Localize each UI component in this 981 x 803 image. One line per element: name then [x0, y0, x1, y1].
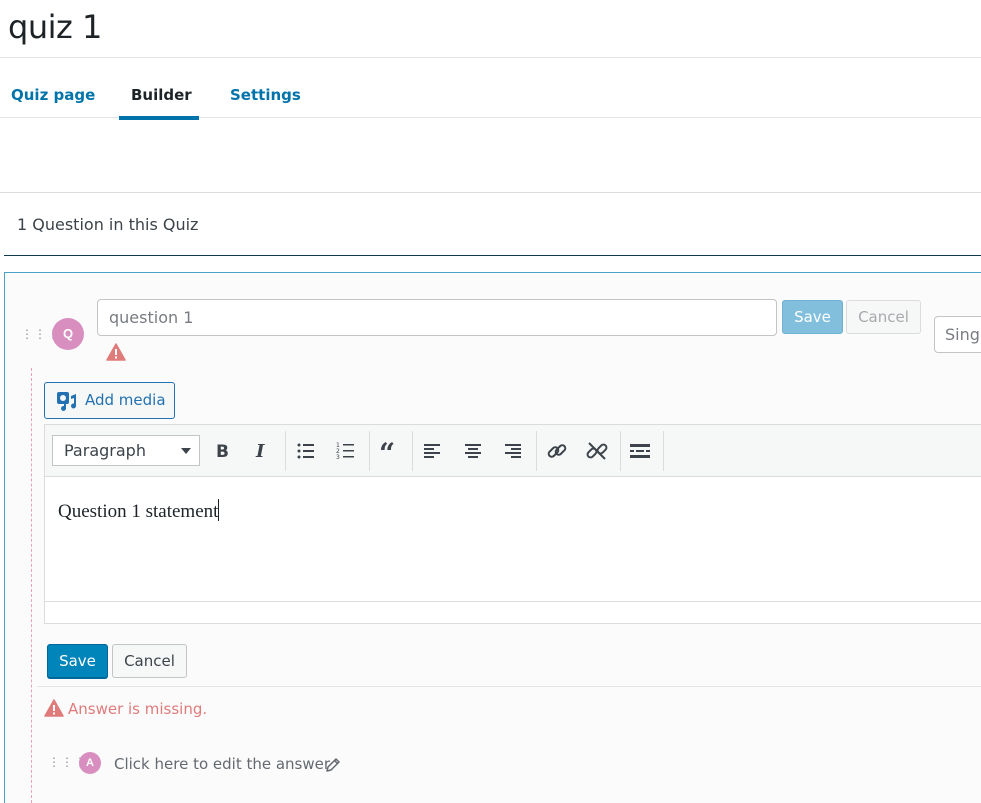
nesting-guide	[31, 368, 32, 803]
active-tab-indicator	[119, 116, 199, 120]
toolbar-divider	[412, 431, 413, 471]
question-type-select[interactable]: Singl	[934, 316, 981, 353]
align-left-icon	[424, 444, 440, 458]
toolbar-divider	[620, 431, 621, 471]
save-button[interactable]: Save	[47, 644, 108, 678]
bold-icon: B	[216, 442, 229, 461]
page-title: quiz 1	[8, 8, 102, 46]
italic-button[interactable]: I	[245, 435, 277, 467]
link-icon	[547, 444, 567, 458]
numbered-list-button[interactable]: 1 2 3	[330, 435, 362, 467]
read-more-icon	[630, 444, 650, 458]
count-divider	[4, 255, 981, 256]
align-center-icon	[465, 444, 481, 458]
edit-answer-link[interactable]: Click here to edit the answer	[114, 755, 330, 773]
align-center-button[interactable]	[457, 435, 489, 467]
warning-icon	[44, 699, 64, 717]
answer-badge: A	[79, 752, 101, 774]
align-right-icon	[505, 444, 521, 458]
question-badge: Q	[52, 318, 84, 350]
section-divider	[0, 192, 981, 193]
question-statement: Question 1 statement	[58, 501, 219, 522]
tab-bar: Quiz page Builder Settings	[0, 58, 981, 118]
unlink-icon	[586, 442, 608, 460]
align-left-button[interactable]	[417, 435, 449, 467]
add-media-label: Add media	[85, 391, 166, 409]
chevron-down-icon	[181, 448, 191, 454]
bold-button[interactable]: B	[206, 435, 238, 467]
media-icon	[57, 392, 76, 411]
answer-missing-warning: Answer is missing.	[68, 700, 208, 718]
title-save-button[interactable]: Save	[782, 300, 843, 334]
toolbar-divider	[369, 431, 370, 471]
tab-settings[interactable]: Settings	[230, 86, 301, 104]
numbered-list-icon: 1 2 3	[336, 442, 354, 461]
text-cursor	[218, 499, 220, 521]
editor-toolbar: Paragraph B I 1 2 3 “	[45, 425, 981, 477]
unlink-button[interactable]	[581, 435, 613, 467]
tab-quiz-page[interactable]: Quiz page	[11, 86, 95, 104]
tab-builder[interactable]: Builder	[131, 86, 192, 104]
svg-text:“: “	[379, 441, 395, 461]
align-right-button[interactable]	[496, 435, 528, 467]
italic-icon: I	[255, 441, 265, 461]
toolbar-divider	[536, 431, 537, 471]
blockquote-button[interactable]: “	[373, 435, 405, 467]
warning-icon	[106, 343, 126, 361]
format-select-value: Paragraph	[64, 441, 146, 460]
svg-text:B: B	[216, 442, 229, 461]
link-button[interactable]	[541, 435, 573, 467]
add-media-button[interactable]: Add media	[44, 382, 175, 419]
answer-divider	[37, 686, 981, 687]
svg-text:3: 3	[336, 454, 340, 461]
toolbar-divider	[663, 431, 664, 471]
format-select[interactable]: Paragraph	[52, 435, 200, 466]
blockquote-icon: “	[379, 441, 395, 461]
pencil-icon[interactable]	[325, 757, 341, 773]
editor-status-bar	[45, 601, 981, 623]
title-cancel-button[interactable]: Cancel	[846, 300, 921, 334]
bullet-list-icon	[297, 443, 314, 459]
question-count: 1 Question in this Quiz	[17, 215, 199, 234]
question-title-input[interactable]: question 1	[97, 299, 777, 336]
bullet-list-button[interactable]	[290, 435, 322, 467]
question-editor: Paragraph B I 1 2 3 “ Question 1 stateme…	[44, 424, 981, 624]
svg-text:I: I	[255, 441, 265, 461]
cancel-button[interactable]: Cancel	[112, 644, 187, 678]
read-more-button[interactable]	[624, 435, 656, 467]
toolbar-divider	[285, 431, 286, 471]
editor-content-area[interactable]: Question 1 statement	[45, 477, 981, 603]
